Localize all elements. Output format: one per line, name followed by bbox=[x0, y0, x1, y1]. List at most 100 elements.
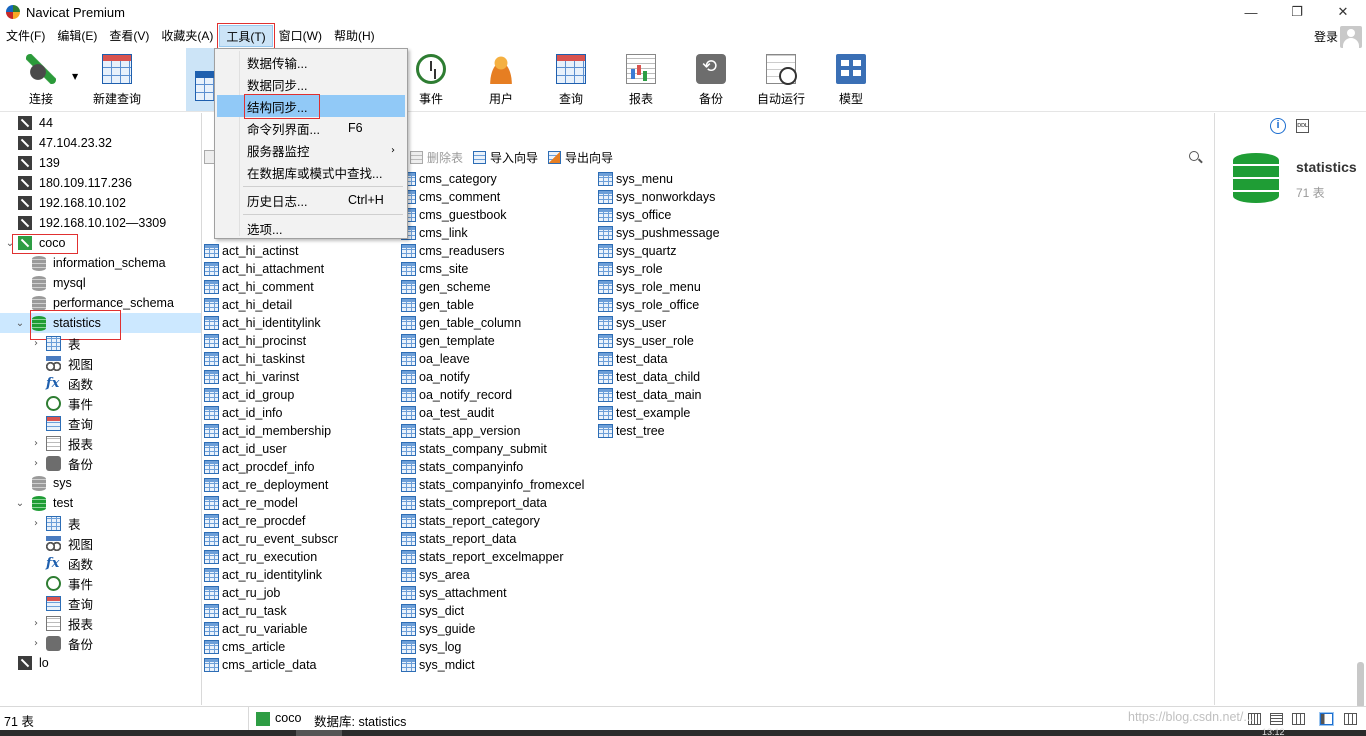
table-item[interactable]: act_hi_taskinst bbox=[204, 350, 305, 368]
table-item[interactable]: act_ru_task bbox=[204, 602, 287, 620]
table-item[interactable]: act_hi_identitylink bbox=[204, 314, 321, 332]
table-item[interactable]: act_id_group bbox=[204, 386, 294, 404]
tree-item-views[interactable]: 视图 bbox=[46, 353, 93, 373]
menu-window[interactable]: 窗口(W) bbox=[273, 25, 328, 47]
search-icon[interactable] bbox=[1189, 151, 1199, 161]
table-item[interactable]: test_data_main bbox=[598, 386, 701, 404]
table-item[interactable]: oa_notify bbox=[401, 368, 470, 386]
event-button[interactable]: 事件 bbox=[404, 48, 458, 111]
table-item[interactable]: test_data_child bbox=[598, 368, 700, 386]
tree-item-functions[interactable]: fx 函数 bbox=[46, 373, 93, 393]
connection-item[interactable]: 47.104.23.32 bbox=[18, 133, 112, 153]
table-item[interactable]: sys_dict bbox=[401, 602, 464, 620]
table-item[interactable]: act_ru_event_subscr bbox=[204, 530, 338, 548]
chevron-right-icon[interactable]: › bbox=[30, 518, 42, 529]
connection-item[interactable]: 139 bbox=[18, 153, 60, 173]
menu-file[interactable]: 文件(F) bbox=[0, 25, 51, 47]
table-item[interactable]: act_procdef_info bbox=[204, 458, 314, 476]
chevron-down-icon[interactable]: ⌄ bbox=[14, 318, 26, 329]
minimize-button[interactable]: — bbox=[1228, 0, 1274, 24]
table-item[interactable]: act_re_deployment bbox=[204, 476, 328, 494]
delete-table-button[interactable]: 删除表 bbox=[410, 149, 463, 166]
table-item[interactable]: act_hi_attachment bbox=[204, 260, 324, 278]
model-button[interactable]: 模型 bbox=[824, 48, 878, 111]
tree-item-reports[interactable]: › 报表 bbox=[30, 613, 93, 633]
table-item[interactable]: act_id_membership bbox=[204, 422, 331, 440]
info-pane-toggle-icon[interactable] bbox=[1319, 712, 1334, 726]
table-item[interactable]: gen_table bbox=[401, 296, 474, 314]
query-button[interactable]: 查询 bbox=[544, 48, 598, 111]
table-item[interactable]: act_id_info bbox=[204, 404, 282, 422]
chevron-right-icon[interactable]: › bbox=[30, 638, 42, 649]
menu-help[interactable]: 帮助(H) bbox=[328, 25, 381, 47]
table-item[interactable]: sys_quartz bbox=[598, 242, 676, 260]
table-item[interactable]: sys_area bbox=[401, 566, 470, 584]
chevron-right-icon[interactable]: › bbox=[30, 338, 42, 349]
user-avatar-icon[interactable] bbox=[1340, 26, 1362, 48]
table-item[interactable]: gen_table_column bbox=[401, 314, 521, 332]
tree-item-queries[interactable]: 查询 bbox=[46, 593, 93, 613]
chevron-right-icon[interactable]: › bbox=[30, 458, 42, 469]
table-item[interactable]: sys_user_role bbox=[598, 332, 694, 350]
export-wizard-button[interactable]: 导出向导 bbox=[548, 149, 613, 166]
table-item[interactable]: cms_article bbox=[204, 638, 285, 656]
connection-item[interactable]: 192.168.10.102 bbox=[18, 193, 126, 213]
table-item[interactable]: sys_role bbox=[598, 260, 663, 278]
backup-button[interactable]: 备份 bbox=[684, 48, 738, 111]
table-item[interactable]: oa_test_audit bbox=[401, 404, 494, 422]
table-item[interactable]: cms_guestbook bbox=[401, 206, 507, 224]
table-item[interactable]: sys_mdict bbox=[401, 656, 475, 674]
chevron-right-icon[interactable]: › bbox=[30, 618, 42, 629]
table-item[interactable]: gen_template bbox=[401, 332, 495, 350]
menu-item-structure-sync[interactable]: 结构同步... bbox=[217, 93, 405, 119]
table-item[interactable]: sys_role_menu bbox=[598, 278, 701, 296]
table-item[interactable]: sys_guide bbox=[401, 620, 475, 638]
connection-item[interactable]: 44 bbox=[18, 113, 53, 133]
menu-favorites[interactable]: 收藏夹(A) bbox=[155, 25, 219, 47]
database-item[interactable]: information_schema bbox=[32, 253, 166, 273]
tree-item-backups[interactable]: › 备份 bbox=[30, 633, 93, 653]
menu-item-data-sync[interactable]: 数据同步... bbox=[217, 73, 405, 95]
table-item[interactable]: stats_report_category bbox=[401, 512, 540, 530]
table-item[interactable]: cms_article_data bbox=[204, 656, 317, 674]
table-item[interactable]: gen_scheme bbox=[401, 278, 491, 296]
connection-item[interactable]: 192.168.10.102—3309 bbox=[18, 213, 166, 233]
database-item[interactable]: mysql bbox=[32, 273, 86, 293]
close-button[interactable]: ✕ bbox=[1320, 0, 1366, 24]
tree-item-events[interactable]: 事件 bbox=[46, 573, 93, 593]
menu-item-data-transfer[interactable]: 数据传输... bbox=[217, 51, 405, 73]
auto-run-button[interactable]: 自动运行 bbox=[750, 48, 812, 111]
table-item[interactable]: act_hi_comment bbox=[204, 278, 314, 296]
table-item[interactable]: cms_site bbox=[401, 260, 468, 278]
table-item[interactable]: stats_app_version bbox=[401, 422, 520, 440]
table-item[interactable]: stats_compreport_data bbox=[401, 494, 547, 512]
import-wizard-button[interactable]: 导入向导 bbox=[473, 149, 538, 166]
table-item[interactable]: test_data bbox=[598, 350, 667, 368]
detail-view-icon[interactable] bbox=[1292, 713, 1305, 725]
table-item[interactable]: act_hi_procinst bbox=[204, 332, 306, 350]
menu-edit[interactable]: 编辑(E) bbox=[51, 25, 103, 47]
login-link[interactable]: 登录 bbox=[1314, 28, 1338, 45]
table-item[interactable]: cms_link bbox=[401, 224, 468, 242]
table-item[interactable]: sys_log bbox=[401, 638, 461, 656]
tree-item-events[interactable]: 事件 bbox=[46, 393, 93, 413]
menu-view[interactable]: 查看(V) bbox=[103, 25, 155, 47]
table-item[interactable]: sys_role_office bbox=[598, 296, 699, 314]
taskbar-active-app[interactable] bbox=[296, 730, 342, 736]
table-item[interactable]: act_ru_job bbox=[204, 584, 280, 602]
report-button[interactable]: 报表 bbox=[614, 48, 668, 111]
table-item[interactable]: act_hi_varinst bbox=[204, 368, 299, 386]
ddl-icon[interactable]: DDL bbox=[1296, 119, 1309, 133]
table-item[interactable]: sys_office bbox=[598, 206, 671, 224]
scrollbar-thumb[interactable] bbox=[1357, 662, 1364, 708]
table-item[interactable]: sys_attachment bbox=[401, 584, 507, 602]
table-item[interactable]: stats_companyinfo_fromexcel bbox=[401, 476, 584, 494]
table-item[interactable]: act_hi_actinst bbox=[204, 242, 298, 260]
user-button[interactable]: 用户 bbox=[474, 48, 528, 111]
tree-item-backups[interactable]: › 备份 bbox=[30, 453, 93, 473]
table-item[interactable]: sys_user bbox=[598, 314, 666, 332]
menu-item-console[interactable]: 命令列界面... F6 bbox=[217, 117, 405, 139]
table-item[interactable]: sys_pushmessage bbox=[598, 224, 720, 242]
table-item[interactable]: stats_report_excelmapper bbox=[401, 548, 564, 566]
er-view-icon[interactable] bbox=[1344, 713, 1357, 725]
